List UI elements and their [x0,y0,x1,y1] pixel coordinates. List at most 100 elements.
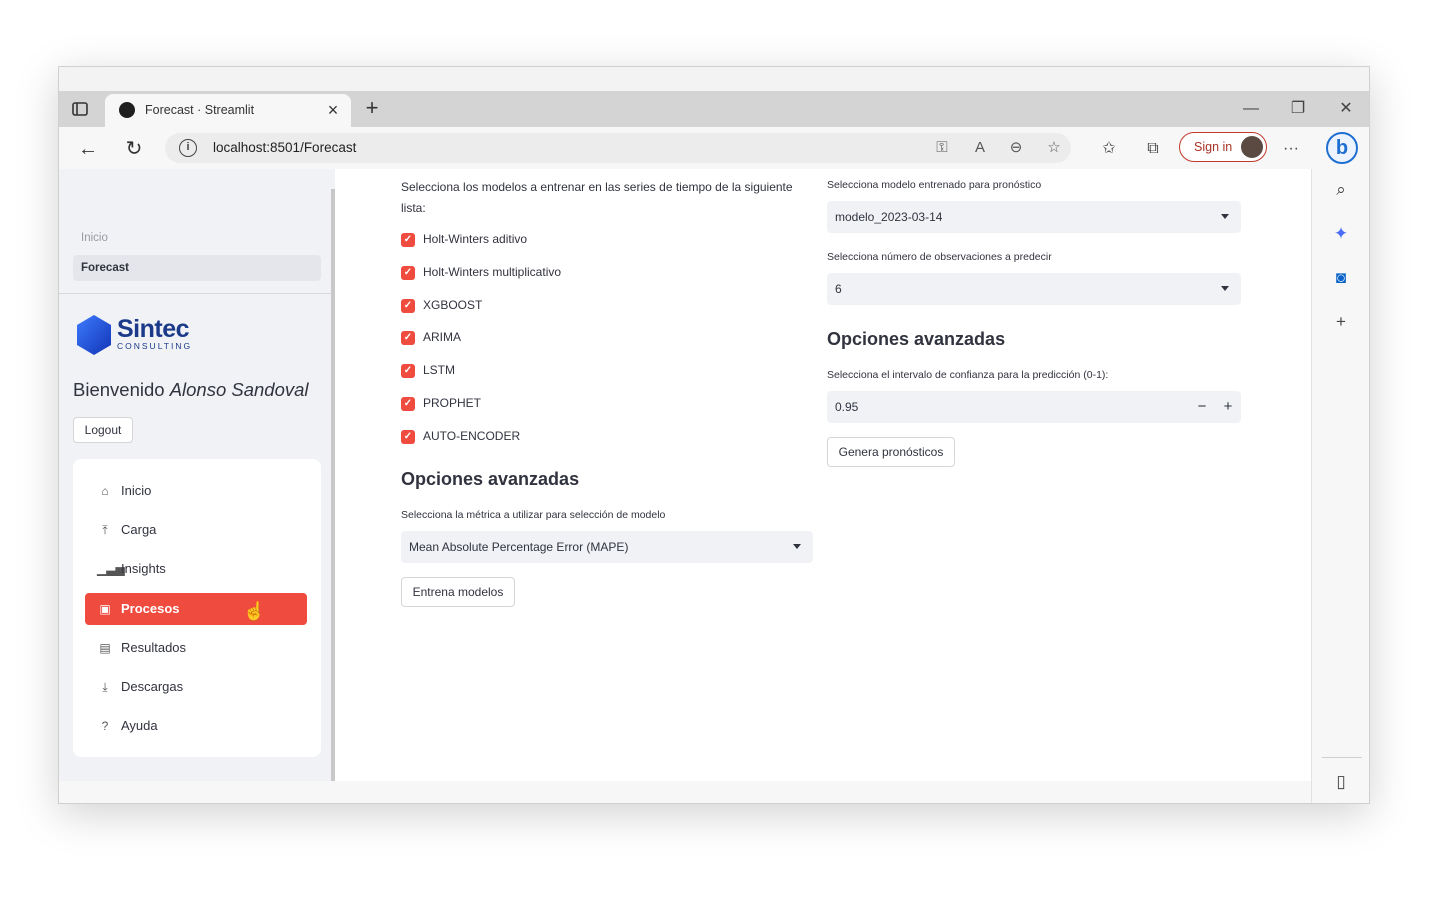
menu-item-label: Insights [121,561,166,576]
sidebar-divider [59,293,331,294]
key-icon[interactable]: ⚿ [931,138,953,158]
menu-item-resultados[interactable]: ▤ Resultados [85,632,307,664]
logo-name: Sintec [117,315,190,343]
help-icon: ? [101,719,109,733]
checkbox-checked-icon[interactable]: ✓ [401,430,415,444]
confidence-number-input[interactable]: 0.95 − + [827,391,1241,423]
search-icon[interactable]: ⌕ [1328,177,1354,203]
page-content: Inicio Forecast Sintec CONSULTING Bienve… [59,169,1311,781]
sidebar-page-inicio[interactable]: Inicio [73,225,321,251]
download-icon: ⤓ [102,680,108,694]
sidebar: Inicio Forecast Sintec CONSULTING Bienve… [59,169,335,781]
menu-item-insights[interactable]: ▁▃▅ Insights [85,553,307,585]
edge-sidebar: ⌕ ✦ ◙ + ▯ ⚙ [1311,169,1369,803]
confidence-value: 0.95 [835,400,859,414]
zoom-out-icon[interactable]: ⊖ [1005,138,1027,158]
menu-item-carga[interactable]: ⤒ Carga [85,514,307,546]
upload-icon: ⤒ [102,523,108,537]
checkbox-checked-icon[interactable]: ✓ [401,233,415,247]
house-icon: ⌂ [101,484,109,498]
new-tab-icon[interactable]: + [359,95,385,121]
checkbox-label: LSTM [423,363,456,377]
generate-forecast-button[interactable]: Genera pronósticos [827,437,955,467]
trained-model-label: Selecciona modelo entrenado para pronóst… [827,179,1042,191]
bing-chat-icon[interactable]: b [1326,132,1358,164]
menu-item-inicio[interactable]: ⌂ Inicio [85,475,307,507]
trained-model-select[interactable]: modelo_2023-03-14 [827,201,1241,233]
menu-item-label: Descargas [121,679,184,694]
close-window-icon[interactable]: ✕ [1331,96,1361,122]
checkbox-checked-icon[interactable]: ✓ [401,331,415,345]
menu-item-label: Carga [121,522,157,537]
increment-button[interactable]: + [1217,395,1239,419]
metric-select[interactable]: Mean Absolute Percentage Error (MAPE) [401,531,813,563]
tab-title: Forecast · Streamlit [145,103,255,117]
edge-divider [1322,757,1362,758]
menu-item-descargas[interactable]: ⤓ Descargas [85,671,307,703]
browser-window: Forecast · Streamlit × + — ❐ ✕ ← ↻ i loc… [58,66,1370,804]
navigation-menu: ⌂ Inicio ⤒ Carga ▁▃▅ Insights ▣ Procesos… [73,459,321,757]
menu-item-label: Inicio [121,483,152,498]
refresh-icon[interactable]: ↻ [121,136,147,162]
address-bar: ← ↻ i localhost:8501/Forecast ⚿ A ⊖ ☆ ✩ … [59,127,1369,169]
collections-icon[interactable]: ⧉ [1141,137,1165,161]
menu-item-label: Resultados [121,640,187,655]
menu-item-label: Ayuda [121,718,158,733]
chevron-down-icon [1221,214,1229,219]
add-icon[interactable]: + [1328,309,1354,335]
sign-in-button[interactable]: Sign in [1179,132,1267,162]
read-aloud-icon[interactable]: A [969,138,991,158]
minimize-icon[interactable]: — [1236,96,1266,122]
checkbox-label: Holt-Winters multiplicativo [423,265,562,279]
checkbox-checked-icon[interactable]: ✓ [401,364,415,378]
decrement-button[interactable]: − [1191,395,1213,419]
observations-select-value: 6 [835,282,842,296]
page-bottom-strip [59,781,1311,803]
more-options-icon[interactable]: ··· [1279,137,1303,161]
site-info-icon[interactable]: i [179,139,197,157]
metric-select-value: Mean Absolute Percentage Error (MAPE) [409,540,629,554]
url-field[interactable]: i localhost:8501/Forecast ⚿ A ⊖ ☆ [165,133,1071,163]
sintec-logo-icon [77,315,111,355]
tab-forecast[interactable]: Forecast · Streamlit × [105,94,351,127]
advanced-options-heading-right: Opciones avanzadas [827,329,1006,349]
play-icon: ▣ [99,602,111,616]
welcome-heading: Bienvenido Alonso Sandoval [73,379,309,401]
mouse-cursor-icon: ☝ [243,601,266,621]
tab-actions-icon[interactable] [71,100,89,118]
checkbox-label: AUTO-ENCODER [423,429,521,443]
logout-button[interactable]: Logout [73,417,133,443]
menu-item-ayuda[interactable]: ? Ayuda [85,710,307,742]
train-models-button[interactable]: Entrena modelos [401,577,515,607]
logo-subtitle: CONSULTING [117,341,193,351]
favorites-icon[interactable]: ✩ [1097,137,1121,161]
sidebar-page-forecast[interactable]: Forecast [73,255,321,281]
confidence-label: Selecciona el intervalo de confianza par… [827,369,1109,381]
checkbox-label: ARIMA [423,330,462,344]
main-area: Selecciona los modelos a entrenar en las… [335,169,1311,781]
restore-icon[interactable]: ❐ [1283,96,1313,122]
close-tab-icon[interactable]: × [323,99,343,121]
add-favorite-icon[interactable]: ☆ [1043,138,1065,158]
chevron-down-icon [1221,286,1229,291]
welcome-prefix: Bienvenido [73,379,170,400]
checkbox-checked-icon[interactable]: ✓ [401,266,415,280]
observations-select[interactable]: 6 [827,273,1241,305]
document-icon: ▤ [99,641,111,655]
menu-item-procesos[interactable]: ▣ Procesos [85,593,307,625]
checkbox-label: PROPHET [423,396,482,410]
back-arrow-icon[interactable]: ← [75,136,101,162]
sidebar-toggle-icon[interactable]: ▯ [1328,769,1354,795]
checkbox-checked-icon[interactable]: ✓ [401,299,415,313]
copilot-icon[interactable]: ✦ [1328,221,1354,247]
metric-label: Selecciona la métrica a utilizar para se… [401,509,666,521]
streamlit-favicon-icon [119,102,135,118]
chevron-down-icon [793,544,801,549]
menu-item-label: Procesos [121,601,180,616]
checkbox-checked-icon[interactable]: ✓ [401,397,415,411]
outlook-icon[interactable]: ◙ [1328,265,1354,291]
tab-bar: Forecast · Streamlit × + — ❐ ✕ [59,91,1369,127]
sign-in-label: Sign in [1194,140,1233,154]
user-name: Alonso Sandoval [169,379,309,400]
profile-avatar [1241,136,1263,158]
